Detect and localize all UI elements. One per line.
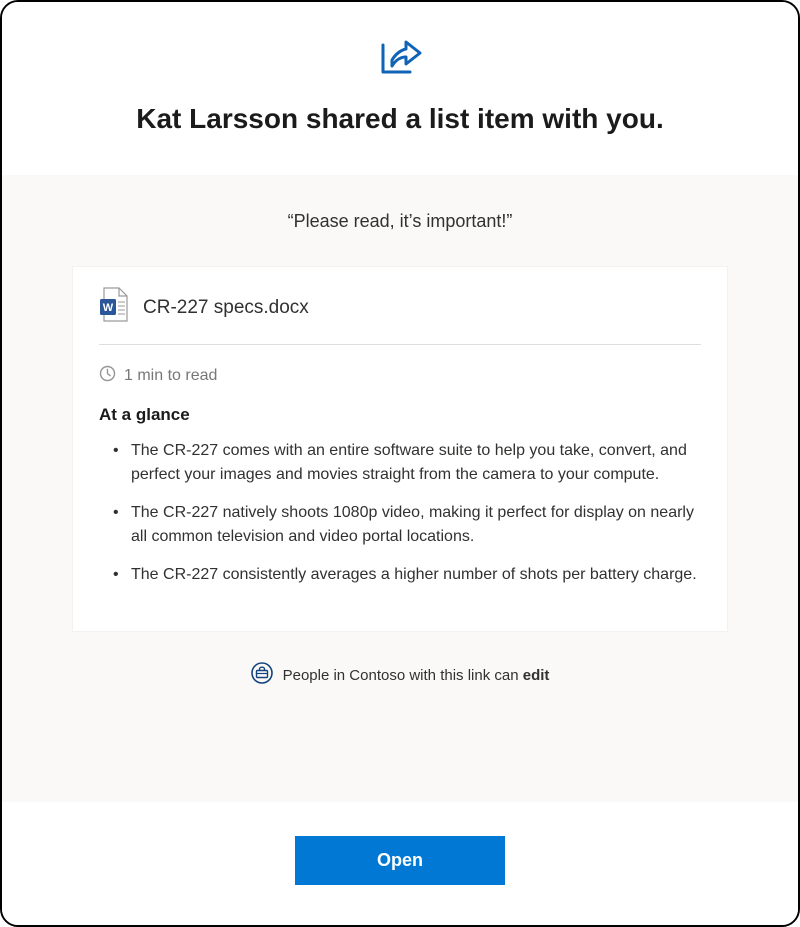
divider xyxy=(99,344,701,345)
clock-icon xyxy=(99,365,116,387)
list-item: The CR-227 natively shoots 1080p video, … xyxy=(117,501,701,549)
briefcase-link-icon xyxy=(251,662,273,688)
list-item: The CR-227 consistently averages a highe… xyxy=(117,563,701,587)
body: “Please read, it’s important!” W CR- xyxy=(2,175,798,802)
list-item: The CR-227 comes with an entire software… xyxy=(117,439,701,487)
share-icon xyxy=(376,36,424,85)
document-preview-card: W CR-227 specs.docx 1 m xyxy=(72,266,728,632)
open-button[interactable]: Open xyxy=(295,836,505,885)
footer: Open xyxy=(2,802,798,925)
permissions-prefix: People in Contoso with this link can xyxy=(283,667,523,684)
file-name: CR-227 specs.docx xyxy=(143,297,309,319)
share-headline: Kat Larsson shared a list item with you. xyxy=(42,103,758,135)
read-time-text: 1 min to read xyxy=(124,367,217,385)
permissions-action: edit xyxy=(523,667,550,684)
summary-bullets: The CR-227 comes with an entire software… xyxy=(99,439,701,587)
svg-text:W: W xyxy=(103,302,114,314)
permissions-text: People in Contoso with this link can edi… xyxy=(283,667,550,684)
sender-message: “Please read, it’s important!” xyxy=(72,211,728,232)
permissions-row: People in Contoso with this link can edi… xyxy=(72,662,728,688)
read-time-row: 1 min to read xyxy=(99,365,701,387)
notification-card: Kat Larsson shared a list item with you.… xyxy=(0,0,800,927)
header: Kat Larsson shared a list item with you. xyxy=(2,2,798,175)
file-row[interactable]: W CR-227 specs.docx xyxy=(99,287,701,344)
at-a-glance-heading: At a glance xyxy=(99,405,701,425)
word-doc-icon: W xyxy=(99,287,129,328)
